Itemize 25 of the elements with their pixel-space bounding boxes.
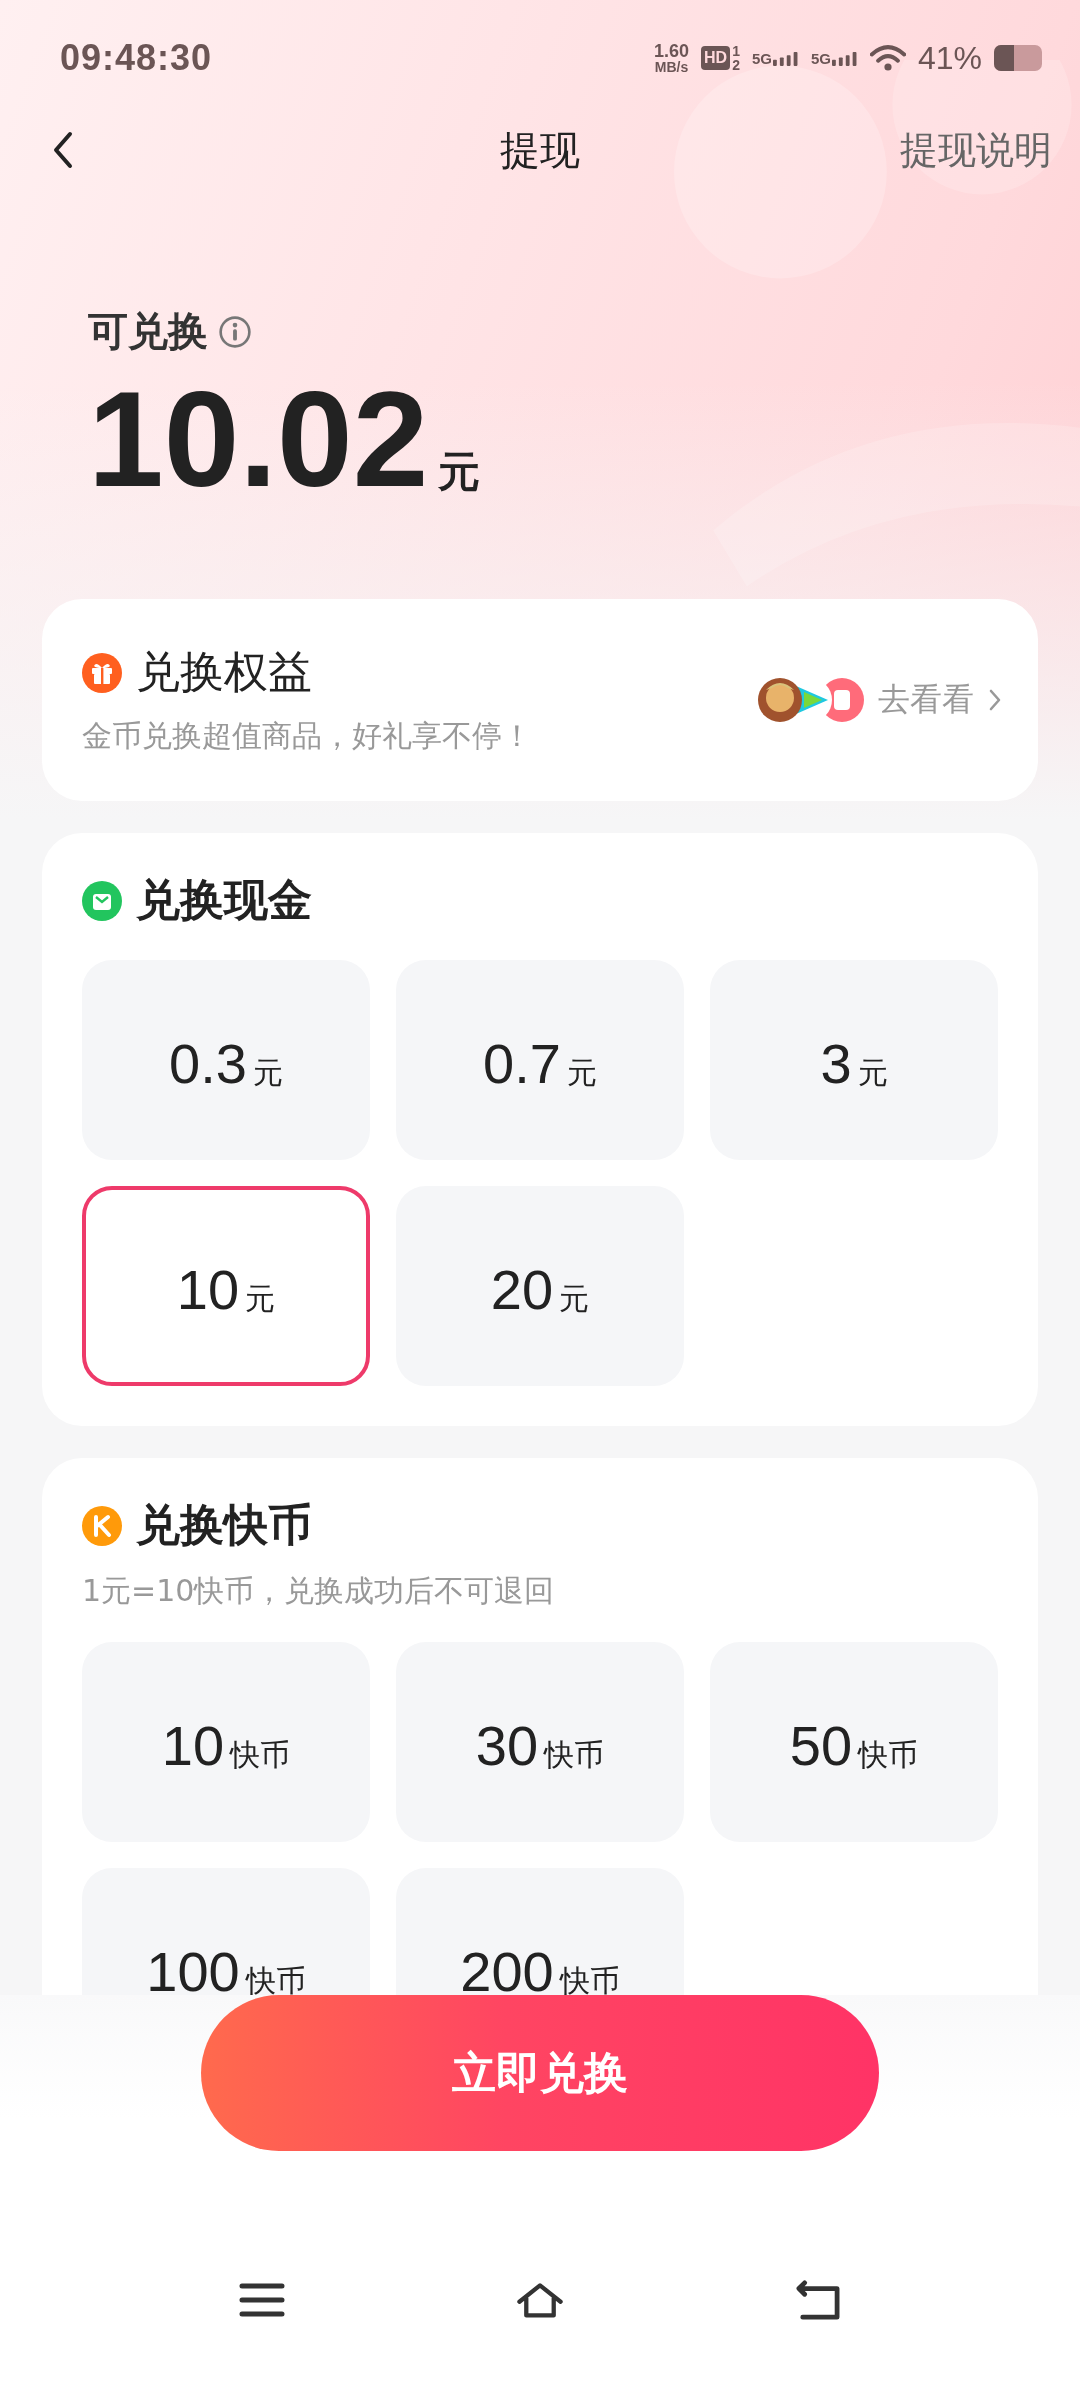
clock: 09:48:30 — [60, 37, 213, 79]
amount-option[interactable]: 10 快币 — [82, 1642, 370, 1842]
amount-option[interactable]: 50 快币 — [710, 1642, 998, 1842]
amount-option[interactable]: 20 元 — [396, 1186, 684, 1386]
amount-option[interactable]: 30 快币 — [396, 1642, 684, 1842]
network-speed: 1.60 MB/s — [653, 42, 689, 74]
balance-label: 可兑换 — [88, 307, 208, 356]
card-title: 兑换权益 — [136, 645, 312, 699]
signal-indicator: 5G — [810, 49, 858, 67]
signal-indicator: 5G — [751, 49, 799, 67]
amount-option[interactable]: 200 快币 — [396, 1868, 684, 1995]
card-title: 兑换快币 — [136, 1498, 312, 1552]
benefits-card[interactable]: 兑换权益 金币兑换超值商品，好礼享不停！ 去看看 — [42, 599, 1038, 801]
amount-option[interactable]: 100 快币 — [82, 1868, 370, 1995]
card-title: 兑换现金 — [136, 873, 312, 927]
balance-amount: 10.02 — [88, 362, 429, 517]
amount-option[interactable]: 10 元 — [82, 1186, 370, 1386]
amount-option[interactable]: 0.7 元 — [396, 960, 684, 1160]
page-title: 提现 — [499, 125, 581, 175]
card-subtitle: 1元=10快币，兑换成功后不可退回 — [82, 1572, 556, 1610]
amount-option[interactable]: 3 元 — [710, 960, 998, 1160]
card-subtitle: 金币兑换超值商品，好礼享不停！ — [82, 717, 532, 755]
currency-unit: 元 — [438, 446, 481, 498]
battery-percent: 41% — [917, 39, 982, 77]
amount-option[interactable]: 0.3 元 — [82, 960, 370, 1160]
